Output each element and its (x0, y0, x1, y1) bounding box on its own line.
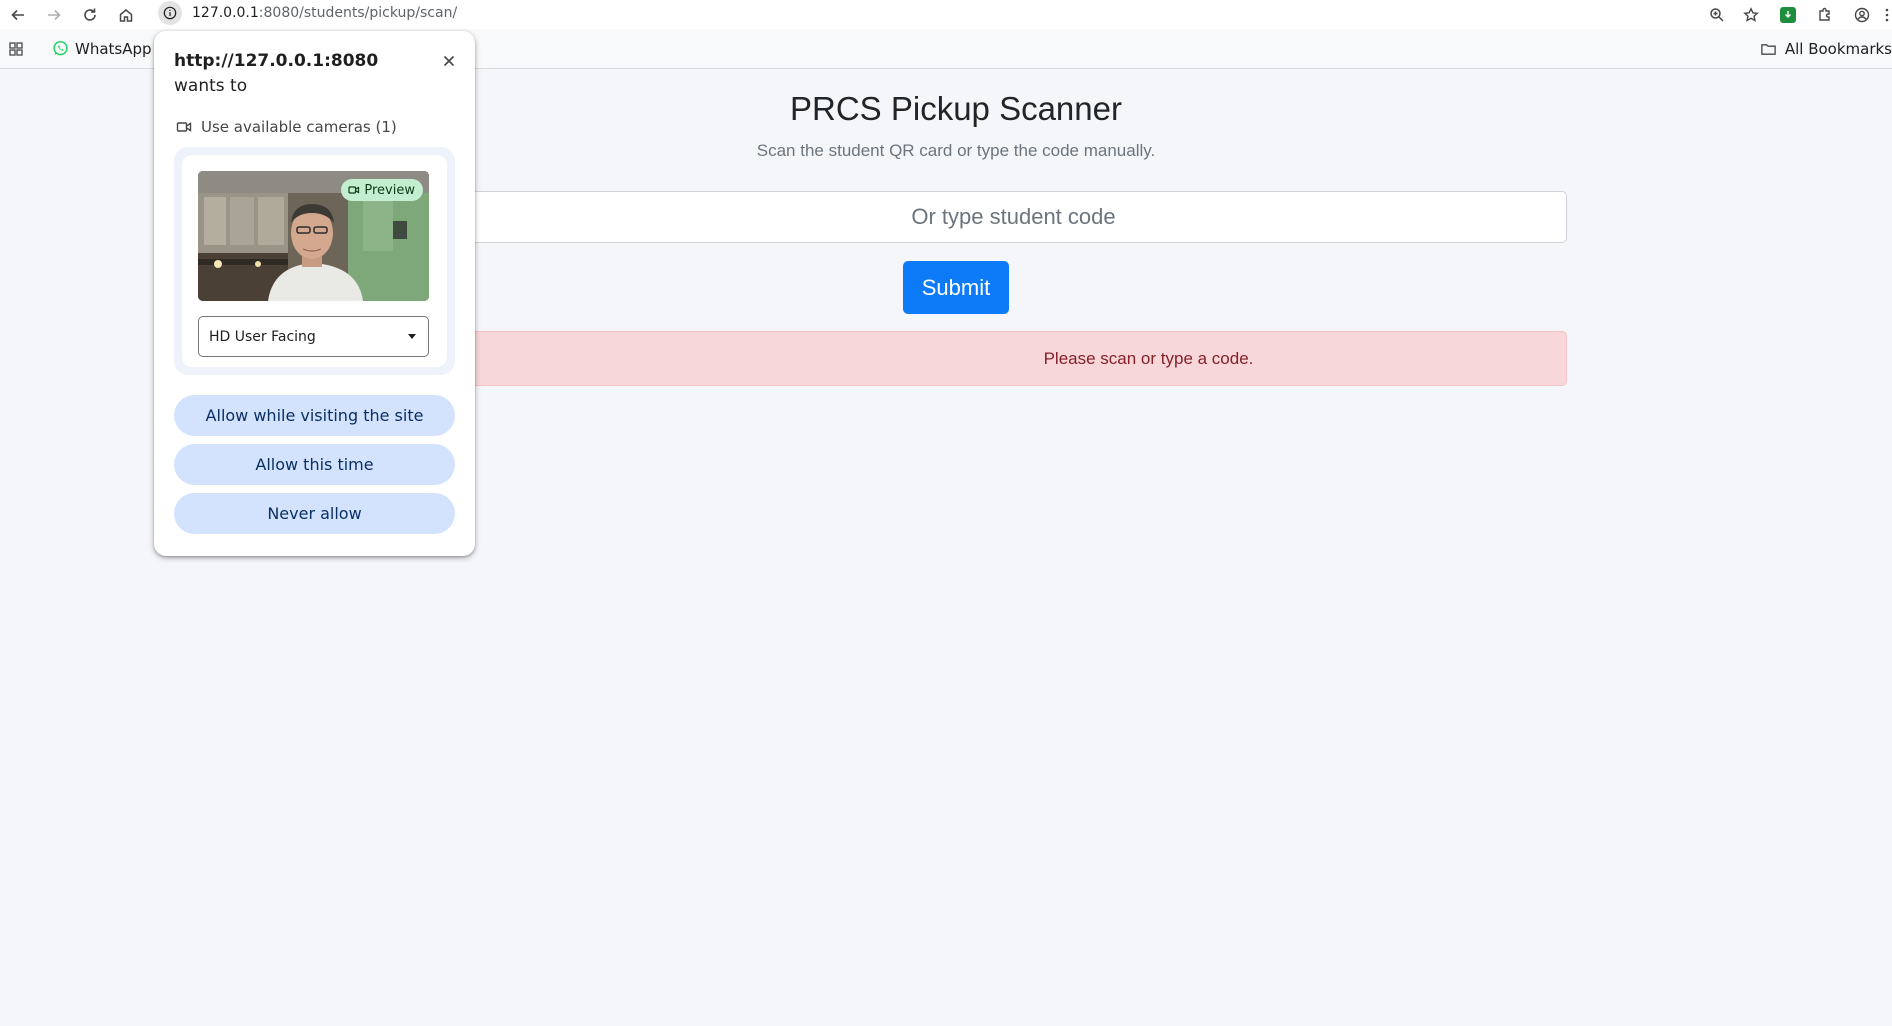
allow-while-visiting-button[interactable]: Allow while visiting the site (174, 395, 455, 436)
camera-permission-popup: http://127.0.0.1:8080 wants to Use avail… (154, 31, 475, 556)
preview-badge: Preview (341, 179, 423, 201)
toolbar-right-icons (1700, 0, 1892, 29)
folder-icon (1761, 43, 1776, 55)
zoom-icon (1710, 7, 1724, 22)
extensions-menu-button[interactable] (1808, 0, 1842, 29)
preview-badge-label: Preview (364, 182, 415, 198)
profile-button[interactable] (1842, 0, 1882, 29)
star-icon (1743, 6, 1759, 22)
all-bookmarks-label: All Bookmarks (1784, 40, 1892, 58)
student-code-input[interactable] (460, 191, 1567, 243)
reload-button[interactable] (72, 0, 108, 29)
alert-message: Please scan or type a code. (460, 331, 1567, 386)
video-camera-icon (176, 122, 192, 132)
home-button[interactable] (108, 0, 144, 29)
allow-this-time-button[interactable]: Allow this time (174, 444, 455, 485)
permission-row: Use available cameras (1) (176, 118, 397, 136)
popup-close-button[interactable] (439, 51, 459, 71)
extension-logo-icon (1780, 6, 1796, 23)
dropdown-caret-icon (408, 334, 416, 339)
info-icon (163, 6, 177, 19)
browser-menu-button[interactable] (1882, 0, 1892, 29)
extension-button[interactable] (1768, 0, 1808, 29)
back-arrow-icon (11, 9, 24, 20)
camera-video-preview: Preview (198, 171, 429, 301)
apps-button[interactable] (0, 29, 32, 69)
puzzle-icon (1819, 7, 1830, 21)
url-path: :8080/students/pickup/scan/ (258, 4, 458, 21)
url-text: 127.0.0.1:8080/students/pickup/scan/ (192, 5, 457, 21)
browser-toolbar: 127.0.0.1:8080/students/pickup/scan/ (0, 0, 1892, 29)
kebab-menu-icon (1885, 8, 1889, 21)
all-bookmarks-button[interactable]: All Bookmarks (1760, 29, 1892, 69)
popup-wants-to: wants to (174, 76, 248, 96)
back-button[interactable] (0, 0, 36, 29)
alert-text: Please scan or type a code. (1043, 348, 1254, 368)
popup-origin: http://127.0.0.1:8080 (174, 51, 379, 71)
url-host: 127.0.0.1 (192, 4, 259, 21)
camera-select-dropdown[interactable]: HD User Facing (198, 316, 429, 357)
permission-label: Use available cameras (1) (201, 118, 397, 136)
reload-icon (84, 8, 96, 21)
camera-select-value: HD User Facing (209, 328, 316, 345)
never-allow-button[interactable]: Never allow (174, 493, 455, 534)
bookmark-label: WhatsApp (75, 39, 152, 58)
forward-button[interactable] (36, 0, 72, 29)
zoom-button[interactable] (1700, 0, 1734, 29)
submit-button[interactable]: Submit (903, 261, 1009, 314)
bookmark-whatsapp[interactable]: WhatsApp (52, 40, 152, 58)
camera-preview-card: Preview HD User Facing (182, 155, 447, 367)
camera-preview-panel: Preview HD User Facing (174, 147, 455, 375)
apps-grid-icon (9, 41, 23, 56)
address-bar[interactable]: 127.0.0.1:8080/students/pickup/scan/ (156, 0, 1636, 25)
home-icon (119, 8, 133, 22)
whatsapp-icon (53, 40, 68, 56)
close-icon (443, 55, 455, 67)
forward-arrow-icon (48, 9, 61, 20)
profile-icon (1854, 7, 1870, 22)
site-info-button[interactable] (158, 0, 182, 25)
video-camera-small-icon (348, 186, 360, 194)
bookmark-star-button[interactable] (1734, 0, 1768, 29)
